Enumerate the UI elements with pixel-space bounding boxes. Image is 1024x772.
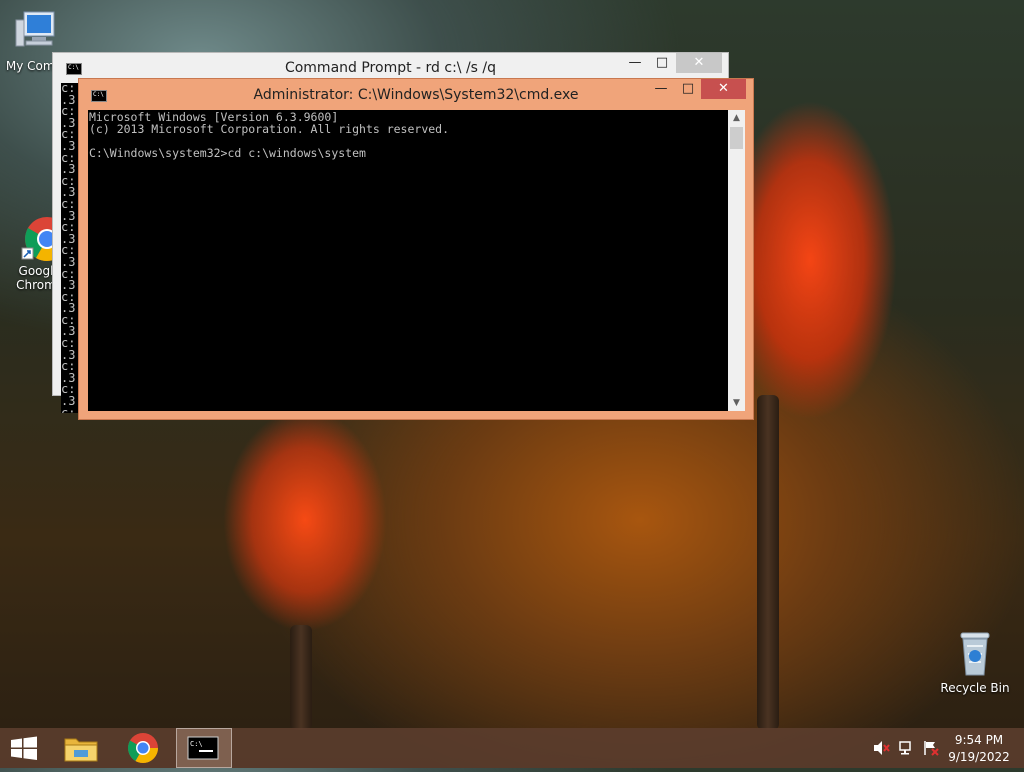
folder-icon bbox=[64, 738, 98, 762]
network-icon[interactable] bbox=[898, 740, 916, 756]
close-button[interactable]: ✕ bbox=[701, 79, 746, 99]
file-explorer-button[interactable] bbox=[56, 728, 106, 768]
close-button[interactable]: ✕ bbox=[676, 53, 722, 73]
minimize-button[interactable]: — bbox=[649, 79, 673, 99]
wallpaper-stem-right bbox=[757, 395, 779, 730]
clock-date[interactable]: 9/19/2022 bbox=[944, 750, 1014, 764]
computer-icon bbox=[15, 11, 55, 47]
windows-logo-icon bbox=[11, 736, 37, 760]
chrome-button[interactable] bbox=[118, 728, 168, 768]
wallpaper-stem-left bbox=[290, 625, 312, 730]
console-output[interactable]: Microsoft Windows [Version 6.3.9600] (c)… bbox=[88, 110, 728, 411]
vertical-scrollbar[interactable]: ▲ ▼ bbox=[728, 110, 745, 411]
scroll-up-icon[interactable]: ▲ bbox=[728, 110, 745, 126]
clock-time[interactable]: 9:54 PM bbox=[944, 733, 1014, 747]
scroll-thumb[interactable] bbox=[730, 127, 743, 149]
svg-text:C:\: C:\ bbox=[190, 740, 203, 748]
volume-muted-icon[interactable] bbox=[872, 740, 890, 756]
maximize-button[interactable]: □ bbox=[650, 53, 674, 73]
desktop-icon-label: Recycle Bin bbox=[940, 681, 1010, 695]
maximize-button[interactable]: □ bbox=[676, 79, 700, 99]
administrator-cmd-window[interactable]: C:\ Administrator: C:\Windows\System32\c… bbox=[78, 78, 754, 420]
scroll-down-icon[interactable]: ▼ bbox=[728, 395, 745, 411]
action-center-flag-icon[interactable] bbox=[922, 740, 940, 756]
minimize-button[interactable]: — bbox=[623, 53, 647, 73]
title-bar[interactable]: C:\ Administrator: C:\Windows\System32\c… bbox=[79, 79, 753, 109]
cmd-icon: C:\ bbox=[187, 736, 219, 760]
chrome-icon bbox=[127, 733, 158, 764]
recycle-bin-icon bbox=[960, 632, 990, 676]
taskbar: C:\ 9:54 PM 9/19/2022 bbox=[0, 728, 1024, 768]
cmd-taskbar-button[interactable]: C:\ bbox=[176, 728, 232, 768]
desktop-icon-recycle-bin[interactable]: Recycle Bin bbox=[940, 630, 1010, 695]
start-button[interactable] bbox=[0, 728, 48, 768]
